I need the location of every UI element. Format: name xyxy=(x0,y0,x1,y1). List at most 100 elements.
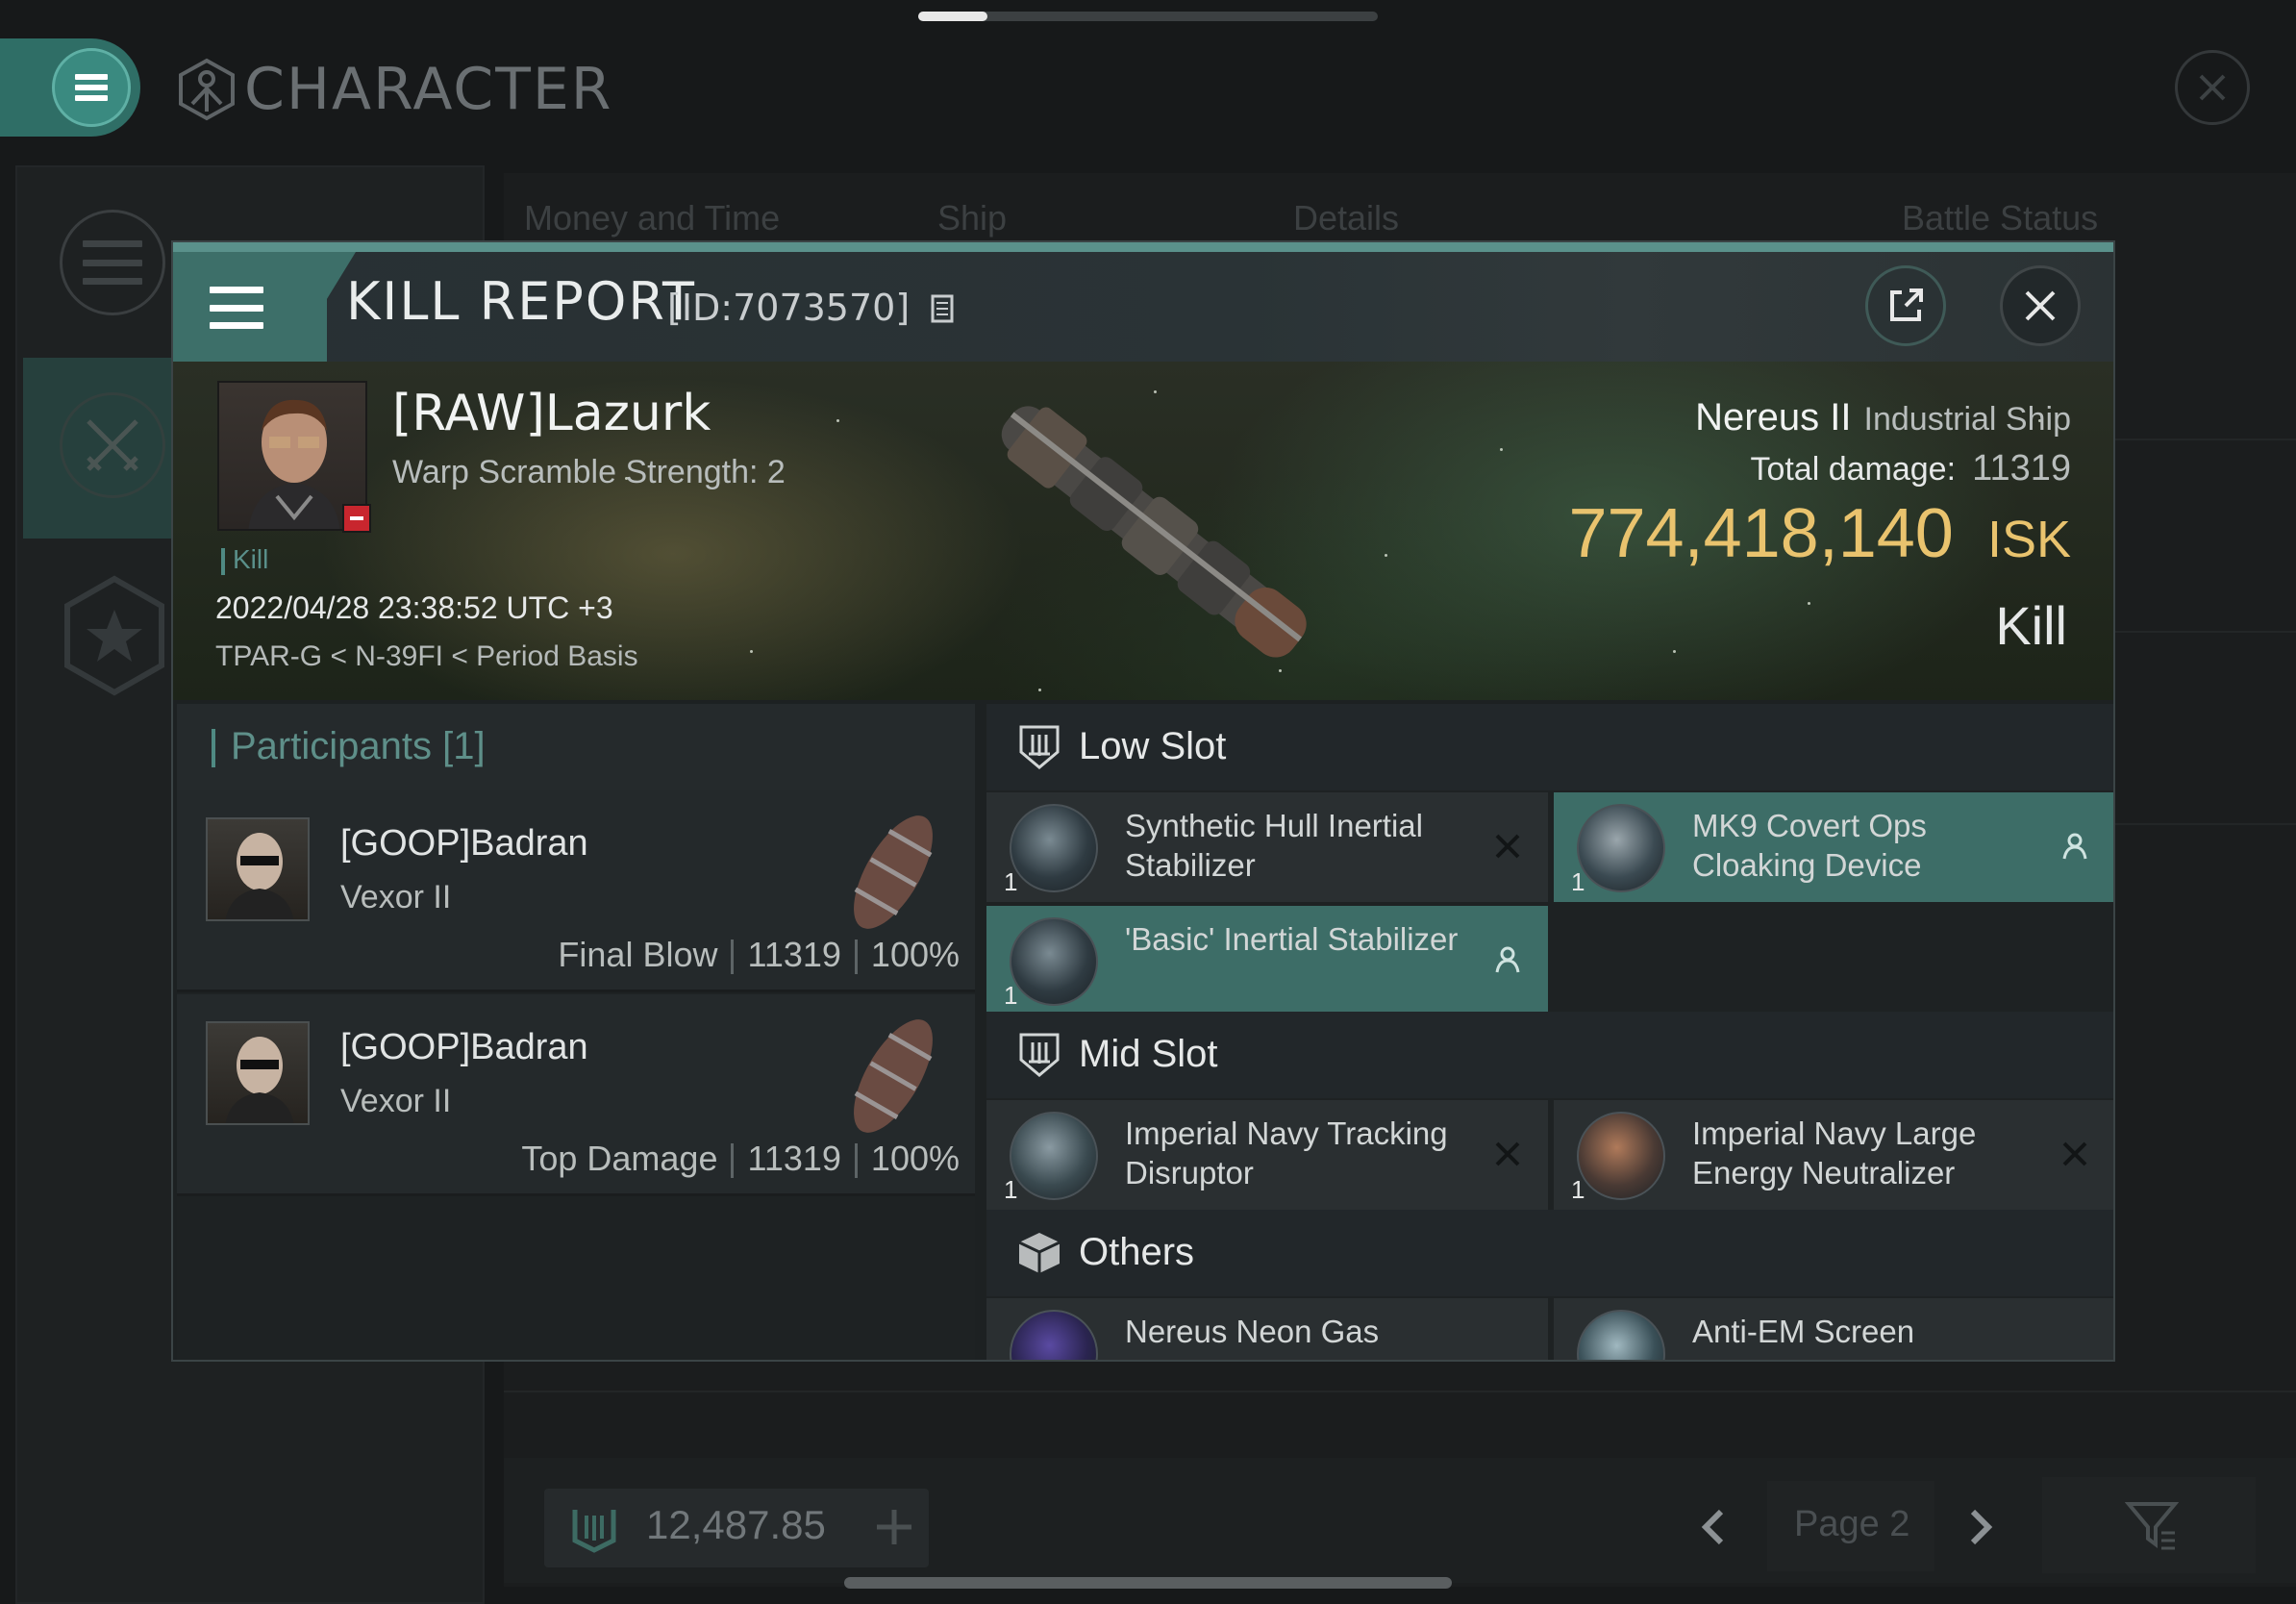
module-name: Imperial Navy Large Energy Neutralizer xyxy=(1692,1115,1977,1190)
kill-location[interactable]: TPAR-G < N-39FI < Period Basis xyxy=(215,640,638,673)
kill-banner: [RAW]Lazurk Warp Scramble Strength: 2 Ki… xyxy=(173,362,2113,700)
attacker-role: Final Blow xyxy=(558,935,718,974)
module-item[interactable]: 1 'Basic' Inertial Stabilizer xyxy=(986,906,1548,1015)
person-icon xyxy=(1490,942,1525,977)
attacker-ship-icon xyxy=(854,1019,933,1133)
tab-money-and-time[interactable]: Money and Time xyxy=(524,198,780,238)
next-page-button[interactable] xyxy=(1961,1500,2000,1566)
share-button[interactable] xyxy=(1865,265,1946,346)
kill-type-tag: Kill xyxy=(221,544,268,575)
modal-accent-bar xyxy=(173,242,2113,252)
kill-result: Kill xyxy=(1995,595,2067,656)
close-icon xyxy=(2199,74,2226,101)
tab-ship[interactable]: Ship xyxy=(937,198,1007,238)
page-title: CHARACTER xyxy=(244,56,613,123)
attacker-ship[interactable]: Vexor II xyxy=(340,879,451,916)
victim-ship-line: Nereus II Industrial Ship xyxy=(1695,396,2071,439)
star-badge-icon[interactable] xyxy=(62,575,167,696)
kill-tag-label: Kill xyxy=(233,544,269,574)
close-icon xyxy=(2025,290,2056,321)
destroyed-icon xyxy=(1490,1137,1525,1171)
cargo-box-icon xyxy=(1018,1233,1061,1273)
gas-canister-icon xyxy=(1010,1310,1098,1360)
victim-ship-image xyxy=(1001,406,1307,658)
attacker-ship[interactable]: Vexor II xyxy=(340,1083,451,1120)
victim-ship-name[interactable]: Nereus II xyxy=(1695,396,1851,439)
add-funds-button[interactable] xyxy=(865,1489,923,1582)
home-indicator xyxy=(844,1577,1452,1589)
module-quantity: 1 xyxy=(1004,981,1018,1010)
rail-menu-button[interactable] xyxy=(60,210,165,315)
main-menu-button[interactable] xyxy=(0,38,140,137)
module-quantity: 1 xyxy=(1571,867,1585,896)
background-tabs: Money and Time Ship Details Battle Statu… xyxy=(524,198,2178,246)
module-item[interactable]: Nereus Neon Gas xyxy=(986,1298,1548,1360)
standing-badge xyxy=(342,504,371,533)
attacker-card[interactable]: [GOOP]Badran Vexor II Final Blow 11319 100… xyxy=(177,790,975,992)
low-slot-label: Low Slot xyxy=(1079,725,1227,767)
wallet-balance: 12,487.85 xyxy=(646,1502,826,1547)
attacker-name[interactable]: [GOOP]Badran xyxy=(340,1027,588,1068)
scroll-progress-fill xyxy=(918,12,987,21)
module-name: Imperial Navy Tracking Disruptor xyxy=(1125,1115,1448,1190)
wallet-icon xyxy=(572,1510,616,1553)
module-quantity: 1 xyxy=(1004,867,1018,896)
module-name: MK9 Covert Ops Cloaking Device xyxy=(1692,808,1927,883)
chevron-right-icon xyxy=(1970,1509,1993,1545)
victim-subtitle: Warp Scramble Strength: 2 xyxy=(392,454,786,490)
destroyed-icon xyxy=(2058,1360,2092,1362)
copy-icon[interactable] xyxy=(927,294,954,327)
module-item[interactable]: 1 Imperial Navy Large Energy Neutralizer xyxy=(1554,1100,2113,1210)
previous-page-button[interactable] xyxy=(1694,1500,1733,1566)
attacker-stats: Final Blow 11319 100% xyxy=(558,935,960,975)
minus-icon xyxy=(350,516,363,520)
tab-details[interactable]: Details xyxy=(1293,198,1399,238)
module-quantity: 1 xyxy=(1004,1175,1018,1204)
attacker-percent: 100% xyxy=(870,935,960,974)
menu-icon xyxy=(83,240,142,285)
divider xyxy=(504,1391,2296,1392)
tab-battle-status[interactable]: Battle Status xyxy=(1902,198,2098,238)
victim-name[interactable]: [RAW]Lazurk xyxy=(392,385,711,442)
fitting-panel: Low Slot 1 Synthetic Hull Inertial Stabi… xyxy=(986,704,2113,1362)
scroll-progress-bar xyxy=(918,12,1378,21)
total-damage-value: 11319 xyxy=(1972,448,2071,489)
kill-id: [ID:7073570] xyxy=(667,287,954,329)
inertial-stabilizer-icon xyxy=(1010,917,1098,1006)
filter-icon xyxy=(2125,1502,2179,1550)
module-item[interactable]: Anti-EM Screen xyxy=(1554,1298,2113,1362)
attacker-portrait[interactable] xyxy=(206,1021,310,1125)
combat-nav-button[interactable] xyxy=(60,392,165,498)
attacker-percent: 100% xyxy=(870,1139,960,1178)
others-header: Others xyxy=(986,1210,2113,1296)
filter-button[interactable] xyxy=(2042,1477,2256,1573)
total-damage-line: Total damage: 11319 xyxy=(1750,448,2071,489)
inertial-stabilizer-icon xyxy=(1010,804,1098,892)
module-item[interactable]: 1 Imperial Navy Tracking Disruptor xyxy=(986,1100,1548,1210)
screen-module-icon xyxy=(1577,1310,1665,1360)
destroyed-icon xyxy=(1490,829,1525,864)
close-modal-button[interactable] xyxy=(2000,265,2081,346)
page-label: Page 2 xyxy=(1794,1504,1910,1544)
attacker-portrait[interactable] xyxy=(206,817,310,921)
kill-report-modal: KILL REPORT [ID:7073570] [RAW]Lazurk War… xyxy=(171,240,2115,1362)
attacker-name[interactable]: [GOOP]Badran xyxy=(340,823,588,865)
attacker-role: Top Damage xyxy=(521,1139,718,1178)
module-item[interactable]: 1 Synthetic Hull Inertial Stabilizer xyxy=(986,792,1548,902)
menu-icon xyxy=(210,287,263,329)
destroyed-icon xyxy=(2058,1137,2092,1171)
module-quantity: 1 xyxy=(1571,1175,1585,1204)
kill-id-label: [ID:7073570] xyxy=(667,287,911,329)
mid-slot-icon xyxy=(1019,1033,1060,1077)
plus-icon xyxy=(877,1510,911,1544)
share-icon xyxy=(1890,288,1923,321)
module-item[interactable]: 1 MK9 Covert Ops Cloaking Device xyxy=(1554,792,2113,902)
module-name: Nereus Neon Gas xyxy=(1125,1314,1380,1349)
chevron-left-icon xyxy=(1701,1509,1724,1545)
avatar xyxy=(225,833,294,919)
others-label: Others xyxy=(1079,1231,1195,1273)
participants-title: Participants [1] xyxy=(212,725,486,768)
close-button[interactable] xyxy=(2175,50,2250,125)
attacker-card[interactable]: [GOOP]Badran Vexor II Top Damage 11319 100… xyxy=(177,994,975,1196)
participants-title-label: Participants [1] xyxy=(231,725,486,767)
